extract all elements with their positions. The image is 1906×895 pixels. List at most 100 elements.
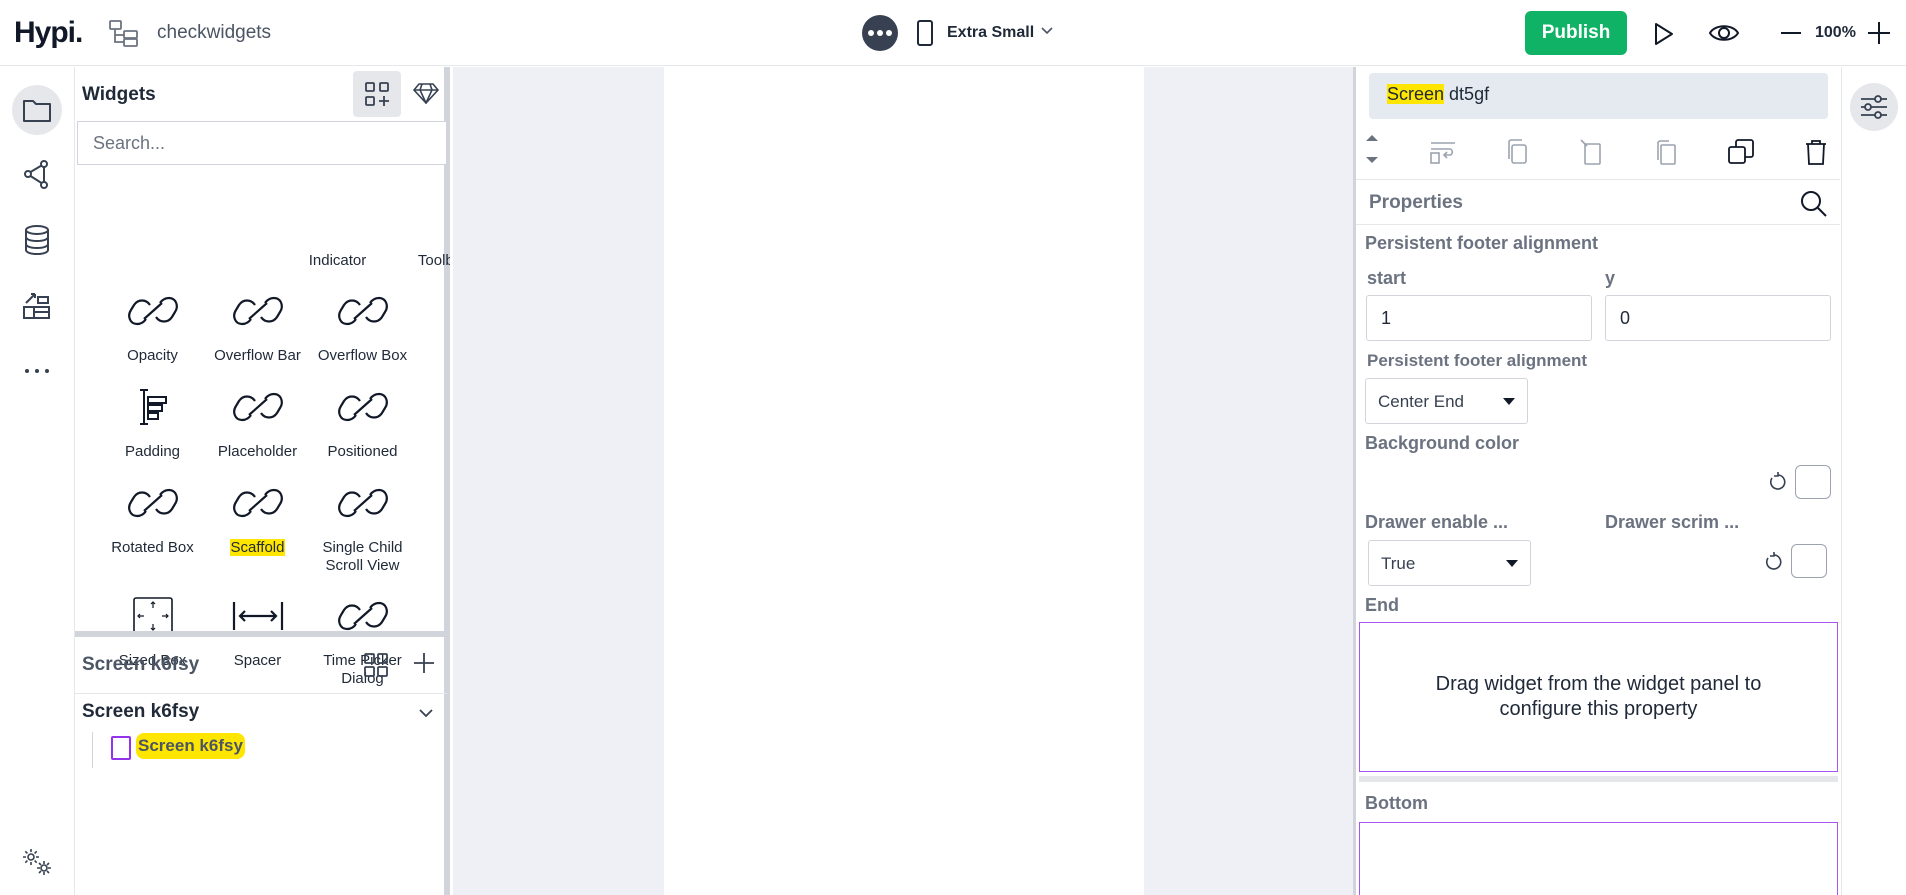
panel-divider[interactable]	[75, 631, 450, 637]
alignment-select-value: Center End	[1378, 392, 1464, 411]
drawer-enable-select[interactable]: True	[1368, 540, 1531, 586]
left-rail	[0, 67, 75, 895]
zoom-in-icon[interactable]	[1866, 20, 1892, 46]
widget-item-label: Overflow Bar	[214, 347, 301, 364]
delete-trash-icon[interactable]	[1801, 137, 1831, 167]
wrap-icon[interactable]	[1428, 137, 1458, 167]
link-icon	[123, 479, 183, 527]
widget-item-rotated-box[interactable]: Rotated Box	[100, 479, 205, 557]
drawer-scrim-swatch[interactable]	[1791, 544, 1827, 578]
screen-icon	[111, 736, 131, 760]
add-screen-icon[interactable]	[411, 650, 439, 680]
selected-widget-type: Screen	[1387, 84, 1445, 104]
publish-button[interactable]: Publish	[1525, 11, 1627, 55]
link-icon	[333, 383, 393, 431]
reset-icon[interactable]	[1767, 471, 1789, 493]
play-icon[interactable]	[1650, 21, 1676, 47]
link-icon	[123, 287, 183, 335]
link-icon	[333, 479, 393, 527]
premium-gem-icon[interactable]	[410, 77, 442, 109]
tree-guide-line	[92, 732, 93, 768]
tree-root-item[interactable]: Screen k6fsy	[82, 701, 199, 723]
right-rail	[1841, 67, 1906, 895]
background-color-label: Background color	[1365, 433, 1520, 453]
widget-item-label: Padding	[124, 443, 181, 460]
y-input[interactable]	[1605, 295, 1831, 341]
database-icon[interactable]	[12, 215, 62, 265]
widget-item-single-child-scroll-view[interactable]: Single Child Scroll View	[310, 479, 415, 575]
widget-item-label: Placeholder	[217, 443, 298, 460]
properties-title: Properties	[1369, 192, 1463, 213]
y-label: y	[1605, 268, 1616, 288]
canvas-screen-preview[interactable]	[664, 67, 1144, 895]
widget-label-toolbar: Toolbar	[417, 252, 450, 269]
preview-eye-icon[interactable]	[1708, 20, 1740, 46]
widget-item-label: Single Child Scroll View	[322, 539, 403, 574]
tree-separator	[75, 693, 447, 694]
drawer-enable-label: Drawer enable ...	[1365, 512, 1509, 532]
paste-icon[interactable]	[1652, 137, 1682, 167]
end-label: End	[1365, 595, 1399, 615]
cut-icon[interactable]	[1577, 137, 1607, 167]
bottom-dropzone[interactable]	[1359, 822, 1838, 895]
widget-item-label: Scaffold	[229, 539, 286, 556]
zoom-level: 100%	[1815, 24, 1856, 41]
add-widget-grid-icon[interactable]	[353, 71, 401, 117]
app-logo[interactable]: Hypi.	[14, 16, 83, 50]
widgets-panel-title: Widgets	[82, 84, 156, 105]
search-icon[interactable]	[1799, 189, 1829, 219]
more-horizontal-icon[interactable]	[12, 346, 62, 396]
tree-child-item[interactable]: Screen k6fsy	[136, 733, 245, 759]
widget-list: Indicator Toolbar Opacity Overflow Bar Ove…	[75, 167, 450, 697]
widget-search-input[interactable]	[77, 121, 447, 165]
screen-tree-header: Screen k6fsy	[82, 654, 200, 675]
alignment-select[interactable]: Center End	[1365, 378, 1528, 424]
widget-item-label: Positioned	[327, 443, 398, 460]
chevron-down-icon[interactable]	[418, 705, 434, 721]
widget-item-label: Opacity	[127, 347, 178, 364]
widget-item-label: Rotated Box	[111, 539, 194, 556]
widget-item-placeholder[interactable]: Placeholder	[205, 383, 310, 461]
caret-down-icon	[1506, 560, 1518, 567]
widget-item-label: Overflow Box	[317, 347, 408, 364]
widget-item-padding[interactable]: Padding	[100, 383, 205, 461]
start-input[interactable]	[1366, 295, 1592, 341]
selected-widget-bar[interactable]: Screen dt5gf	[1369, 73, 1828, 119]
sliders-settings-icon[interactable]	[1850, 83, 1898, 131]
more-options-button[interactable]	[862, 15, 898, 51]
widget-item-overflow-bar[interactable]: Overflow Bar	[205, 287, 310, 365]
zoom-out-icon[interactable]	[1779, 20, 1803, 46]
background-color-swatch[interactable]	[1795, 465, 1831, 499]
padding-icon	[123, 383, 183, 431]
duplicate-icon[interactable]	[1726, 137, 1756, 167]
copy-icon[interactable]	[1503, 137, 1533, 167]
selected-widget-id: dt5gf	[1444, 84, 1490, 104]
persistent-footer-alignment-label-2: Persistent footer alignment	[1367, 351, 1588, 370]
top-bar: Hypi. checkwidgets Extra Small Publish 1…	[0, 0, 1906, 66]
widget-item-overflow-box[interactable]: Overflow Box	[310, 287, 415, 365]
properties-panel: Screen dt5gf Properties Persistent foote…	[1356, 67, 1841, 895]
widget-item-opacity[interactable]: Opacity	[100, 287, 205, 365]
move-up-down-icon[interactable]	[1364, 129, 1380, 169]
end-dropzone[interactable]: Drag widget from the widget panel to con…	[1359, 622, 1838, 772]
persistent-footer-alignment-label: Persistent footer alignment	[1365, 233, 1599, 253]
widget-item-scaffold[interactable]: Scaffold	[205, 479, 310, 557]
drawer-scrim-label: Drawer scrim ...	[1605, 512, 1740, 532]
folder-icon[interactable]	[12, 85, 62, 135]
device-size-select[interactable]: Extra Small	[947, 24, 1034, 42]
grid-icon[interactable]	[362, 651, 392, 681]
widget-item-positioned[interactable]: Positioned	[310, 383, 415, 461]
project-name[interactable]: checkwidgets	[157, 22, 271, 44]
deploy-stack-icon[interactable]	[12, 280, 62, 330]
project-tree-icon[interactable]	[108, 18, 140, 48]
link-icon	[228, 287, 288, 335]
dropzone-separator	[1359, 776, 1838, 782]
reset-icon[interactable]	[1763, 551, 1785, 573]
widget-label-indicator: Indicator	[308, 252, 367, 269]
graph-nodes-icon[interactable]	[12, 149, 62, 199]
start-label: start	[1367, 268, 1407, 288]
caret-down-icon	[1503, 398, 1515, 405]
phone-icon[interactable]	[917, 20, 933, 46]
settings-gears-icon[interactable]	[12, 837, 62, 887]
chevron-down-icon[interactable]	[1040, 24, 1054, 38]
